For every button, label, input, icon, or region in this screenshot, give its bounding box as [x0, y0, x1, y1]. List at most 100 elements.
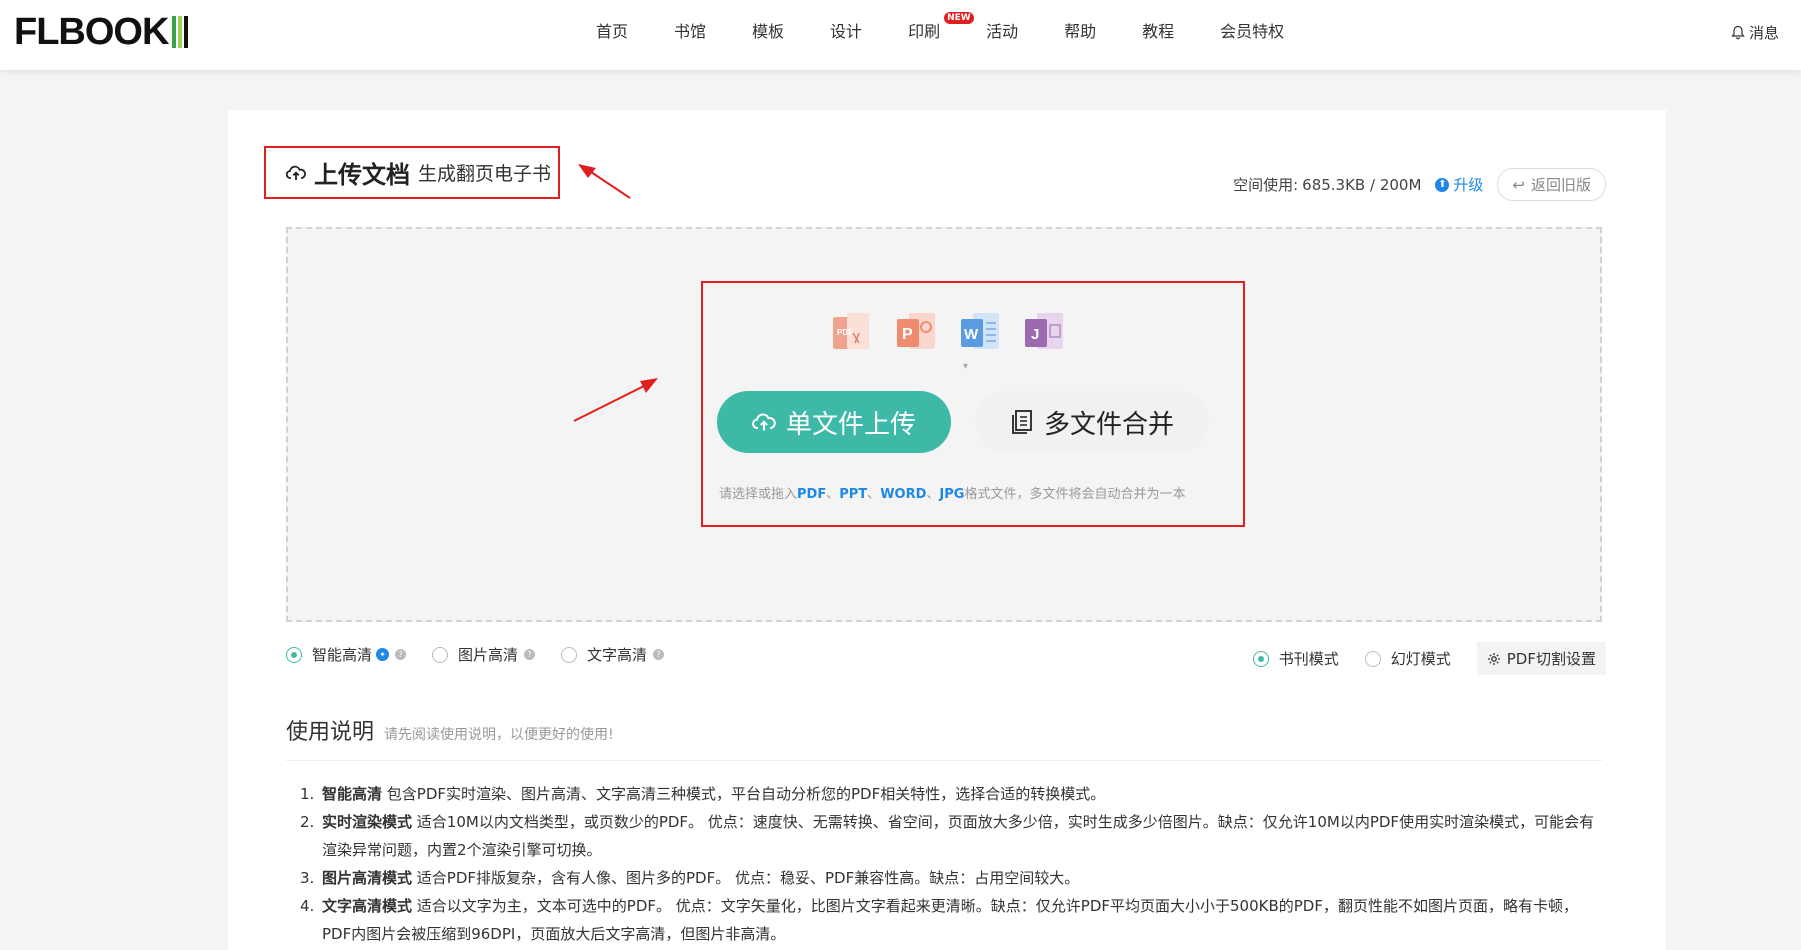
hint-ppt: PPT [839, 487, 868, 502]
nav-library[interactable]: 书馆 [674, 18, 706, 42]
option-image-hd[interactable]: 图片高清 ? [432, 644, 536, 665]
list-number: 3. [300, 869, 315, 887]
help-icon[interactable]: ? [653, 649, 665, 660]
nav-design[interactable]: 设计 [830, 18, 862, 42]
radio-book-mode[interactable] [1252, 650, 1269, 667]
usage-header: 使用说明 请先阅读使用说明，以便更好的使用! [286, 714, 614, 746]
hint-word: WORD [880, 487, 927, 502]
nav-tutorial-label: 教程 [1142, 22, 1175, 41]
new-badge: NEW [944, 12, 974, 24]
top-bar: FLBOOK 首页 书馆 模板 设计 印刷 NEW 活动 帮助 教程 会员特权 消… [0, 0, 1801, 70]
mode-options: 书刊模式 幻灯模式 PDF切割设置 [1252, 642, 1606, 675]
radio-image-hd[interactable] [432, 646, 449, 663]
logo-mark-icon [170, 14, 190, 50]
upload-drop-zone[interactable]: PDF P W J ▾ 单文件上传 多文件合并 请选择或拖入PDF、PPT、WO… [286, 227, 1602, 622]
documents-icon [1012, 410, 1032, 434]
smart-badge-icon: ✦ [376, 648, 390, 661]
single-file-upload-button[interactable]: 单文件上传 [717, 391, 951, 453]
list-body: 文字高清模式 适合以文字为主，文本可选中的PDF。 优点：文字矢量化，比图片文字… [322, 892, 1600, 948]
space-value: 685.3KB / 200M [1302, 175, 1422, 194]
back-old-label: 返回旧版 [1530, 176, 1591, 194]
nav-events[interactable]: 活动 [986, 18, 1018, 42]
help-icon[interactable]: ? [395, 649, 407, 660]
upload-card: 上传文档 生成翻页电子书 空间使用: 685.3KB / 200M ⬆ 升级 ↩… [228, 110, 1666, 950]
list-text: 适合10M以内文档类型，或页数少的PDF。 优点：速度快、无需转换、省空间，页面… [322, 813, 1595, 859]
upgrade-link[interactable]: ⬆ 升级 [1435, 174, 1483, 195]
upload-controls-box: PDF P W J ▾ 单文件上传 多文件合并 请选择或拖入PDF、PPT、WO… [701, 281, 1245, 527]
svg-text:J: J [1031, 326, 1039, 343]
option-book-mode[interactable]: 书刊模式 [1252, 648, 1339, 669]
list-bold: 文字高清模式 [322, 897, 413, 915]
svg-text:PDF: PDF [837, 328, 853, 337]
help-icon[interactable]: ? [524, 649, 536, 660]
list-bold: 智能高清 [322, 785, 383, 803]
list-item: 2. 实时渲染模式 适合10M以内文档类型，或页数少的PDF。 优点：速度快、无… [300, 808, 1600, 864]
page-subtitle: 生成翻页电子书 [418, 163, 552, 185]
list-number: 2. [300, 813, 315, 831]
upgrade-icon: ⬆ [1435, 177, 1450, 192]
option-slide-mode[interactable]: 幻灯模式 [1364, 648, 1451, 669]
option-image-hd-label: 图片高清 [458, 646, 519, 664]
messages-link[interactable]: 消息 [1731, 22, 1779, 43]
option-text-hd[interactable]: 文字高清 ? [561, 644, 665, 665]
nav-tutorial[interactable]: 教程 [1142, 18, 1174, 42]
nav-help[interactable]: 帮助 [1064, 18, 1096, 42]
nav-home-label: 首页 [596, 22, 629, 41]
caret-down-icon: ▾ [963, 361, 969, 372]
file-type-icons: PDF P W J [831, 311, 1087, 353]
multi-file-merge-button[interactable]: 多文件合并 [975, 391, 1209, 453]
return-arrow-icon: ↩ [1512, 175, 1525, 194]
list-bold: 图片高清模式 [322, 869, 413, 887]
nav-home[interactable]: 首页 [596, 18, 628, 42]
nav-library-label: 书馆 [674, 22, 707, 41]
hint-jpg: JPG [939, 487, 965, 502]
list-body: 智能高清 包含PDF实时渲染、图片高清、文字高清三种模式，平台自动分析您的PDF… [322, 780, 1105, 808]
nav-events-label: 活动 [986, 22, 1019, 41]
messages-label: 消息 [1748, 24, 1779, 42]
hint-sep-2: 、 [867, 487, 881, 502]
single-upload-label: 单文件上传 [785, 409, 916, 440]
usage-subheading: 请先阅读使用说明，以便更好的使用! [384, 727, 614, 743]
usage-heading: 使用说明 [286, 720, 375, 745]
annotation-arrow-title [578, 164, 631, 199]
list-item: 3. 图片高清模式 适合PDF排版复杂，含有人像、图片多的PDF。 优点：稳妥、… [300, 864, 1600, 892]
list-body: 实时渲染模式 适合10M以内文档类型，或页数少的PDF。 优点：速度快、无需转换… [322, 808, 1600, 864]
list-item: 4. 文字高清模式 适合以文字为主，文本可选中的PDF。 优点：文字矢量化，比图… [300, 892, 1600, 948]
page-title: 上传文档 [314, 161, 410, 189]
divider [286, 760, 1602, 761]
list-text: 包含PDF实时渲染、图片高清、文字高清三种模式，平台自动分析您的PDF相关特性，… [382, 785, 1106, 803]
radio-slide-mode[interactable] [1364, 650, 1381, 667]
quality-options: 智能高清 ✦ ? 图片高清 ? 文字高清 ? [286, 644, 690, 665]
hint-suffix: 格式文件，多文件将会自动合并为一本 [964, 487, 1186, 502]
main-nav: 首页 书馆 模板 设计 印刷 NEW 活动 帮助 教程 会员特权 [596, 12, 1330, 42]
annotation-arrow-upload [573, 378, 658, 422]
option-book-mode-label: 书刊模式 [1278, 650, 1339, 668]
hint-sep-1: 、 [826, 487, 840, 502]
pdf-split-settings-button[interactable]: PDF切割设置 [1476, 642, 1606, 675]
nav-membership[interactable]: 会员特权 [1220, 18, 1284, 42]
upload-hint: 请选择或拖入PDF、PPT、WORD、JPG格式文件，多文件将会自动合并为一本 [719, 483, 1185, 502]
upload-title-box: 上传文档 生成翻页电子书 [264, 146, 560, 199]
option-slide-mode-label: 幻灯模式 [1390, 650, 1451, 668]
radio-smart-hd[interactable] [286, 646, 302, 663]
flbook-logo[interactable]: FLBOOK [14, 10, 190, 53]
svg-text:P: P [902, 326, 913, 343]
upgrade-label: 升级 [1453, 176, 1484, 194]
list-text: 适合PDF排版复杂，含有人像、图片多的PDF。 优点：稳妥、PDF兼容性高。缺点… [412, 869, 1080, 887]
nav-print-label: 印刷 [908, 22, 941, 41]
list-number: 1. [300, 785, 315, 803]
pdf-split-label: PDF切割设置 [1506, 650, 1596, 668]
pdf-icon: PDF [831, 311, 873, 353]
cloud-upload-icon [286, 165, 306, 180]
nav-templates[interactable]: 模板 [752, 18, 784, 42]
radio-text-hd[interactable] [561, 646, 578, 663]
bell-icon [1731, 25, 1745, 40]
option-smart-hd[interactable]: 智能高清 ✦ ? [286, 644, 407, 665]
logo-text: FLBOOK [14, 10, 169, 53]
back-old-version-button[interactable]: ↩ 返回旧版 [1497, 168, 1606, 201]
space-usage: 空间使用: 685.3KB / 200M ⬆ 升级 ↩ 返回旧版 [1233, 168, 1606, 201]
nav-design-label: 设计 [830, 22, 863, 41]
word-icon: W [959, 311, 1001, 353]
list-item: 1. 智能高清 包含PDF实时渲染、图片高清、文字高清三种模式，平台自动分析您的… [300, 780, 1600, 808]
nav-print[interactable]: 印刷 NEW [908, 12, 974, 42]
